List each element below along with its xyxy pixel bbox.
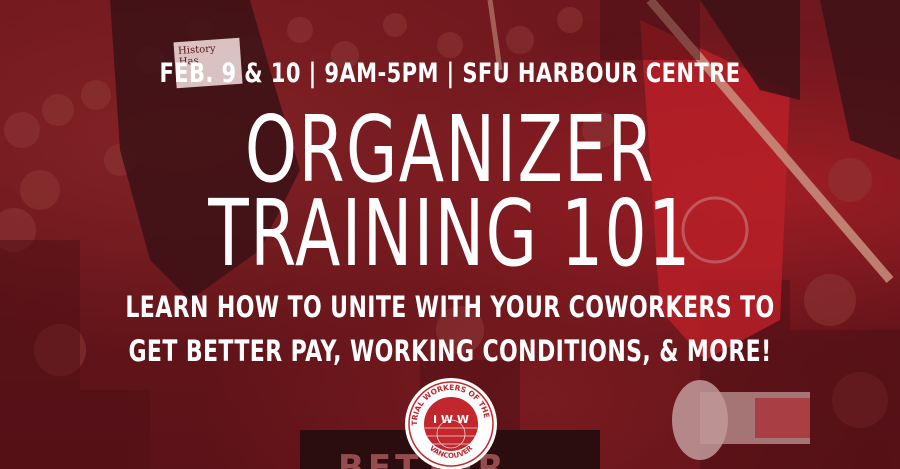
poster-banner: History Has BETTER FEB. 9 & 10 | 9AM-5PM… xyxy=(0,0,900,469)
iww-logo: INDUSTRIAL WORKERS OF THE WORLD I W W VA… xyxy=(403,376,497,469)
subtitle-line-1: LEARN HOW TO UNITE WITH YOUR COWORKERS T… xyxy=(125,290,775,324)
title-line-2: TRAINING 101 xyxy=(208,180,692,287)
event-details: FEB. 9 & 10 | 9AM-5PM | SFU HARBOUR CENT… xyxy=(159,58,741,89)
logo-center-text: I W W xyxy=(433,413,469,426)
subtitle-line-2: GET BETTER PAY, WORKING CONDITIONS, & MO… xyxy=(128,334,772,368)
